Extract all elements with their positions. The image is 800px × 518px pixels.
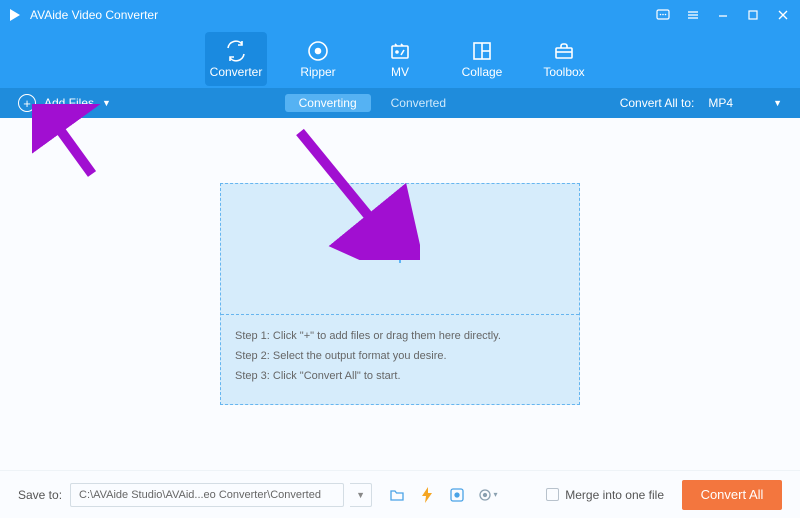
output-format-value: MP4 bbox=[708, 96, 733, 110]
add-files-label: Add Files bbox=[44, 96, 94, 110]
instruction-steps: Step 1: Click "+" to add files or drag t… bbox=[221, 314, 579, 398]
collage-icon bbox=[471, 39, 493, 63]
minimize-button[interactable] bbox=[716, 8, 730, 22]
merge-label: Merge into one file bbox=[565, 488, 664, 502]
hardware-accel-icon[interactable] bbox=[416, 484, 438, 506]
save-to-label: Save to: bbox=[18, 488, 62, 502]
save-path-dropdown[interactable]: ▼ bbox=[350, 483, 372, 507]
nav-collage[interactable]: Collage bbox=[451, 32, 513, 86]
nav-label: Collage bbox=[462, 65, 503, 79]
nav-label: MV bbox=[391, 65, 409, 79]
app-logo-icon bbox=[6, 6, 24, 24]
titlebar: AVAide Video Converter bbox=[0, 0, 800, 30]
toolbox-icon bbox=[553, 39, 575, 63]
maximize-button[interactable] bbox=[746, 8, 760, 22]
drop-zone[interactable]: Step 1: Click "+" to add files or drag t… bbox=[220, 183, 580, 405]
feedback-icon[interactable] bbox=[656, 8, 670, 22]
nav-mv[interactable]: MV bbox=[369, 32, 431, 86]
convert-all-to-label: Convert All to: bbox=[620, 96, 695, 110]
nav-ripper[interactable]: Ripper bbox=[287, 32, 349, 86]
output-format-dropdown[interactable]: MP4 ▼ bbox=[708, 96, 782, 110]
chevron-down-icon: ▼ bbox=[773, 98, 782, 108]
high-speed-icon[interactable] bbox=[446, 484, 468, 506]
step-1: Step 1: Click "+" to add files or drag t… bbox=[235, 327, 565, 347]
top-nav: Converter Ripper MV Collage Toolbox bbox=[0, 30, 800, 88]
nav-label: Toolbox bbox=[543, 65, 584, 79]
mv-icon bbox=[389, 39, 411, 63]
chevron-down-icon: ▼ bbox=[102, 98, 111, 108]
tab-converting[interactable]: Converting bbox=[285, 94, 371, 112]
plus-circle-icon: + bbox=[18, 94, 36, 112]
settings-icon[interactable]: ▾ bbox=[476, 484, 498, 506]
step-2: Step 2: Select the output format you des… bbox=[235, 347, 565, 367]
merge-checkbox[interactable] bbox=[546, 488, 559, 501]
nav-toolbox[interactable]: Toolbox bbox=[533, 32, 595, 86]
converter-icon bbox=[224, 39, 248, 63]
add-files-button[interactable]: + Add Files ▼ bbox=[18, 94, 111, 112]
menu-icon[interactable] bbox=[686, 8, 700, 22]
ripper-icon bbox=[307, 39, 329, 63]
add-files-drop-plus[interactable] bbox=[221, 184, 579, 314]
save-path-field[interactable]: C:\AVAide Studio\AVAid...eo Converter\Co… bbox=[70, 483, 344, 507]
sub-bar: + Add Files ▼ Converting Converted Conve… bbox=[0, 88, 800, 118]
open-folder-icon[interactable] bbox=[386, 484, 408, 506]
convert-all-button[interactable]: Convert All bbox=[682, 480, 782, 510]
convert-all-label: Convert All bbox=[701, 487, 764, 502]
main-area: Step 1: Click "+" to add files or drag t… bbox=[0, 118, 800, 470]
nav-label: Ripper bbox=[300, 65, 335, 79]
app-title: AVAide Video Converter bbox=[30, 8, 158, 22]
save-path-value: C:\AVAide Studio\AVAid...eo Converter\Co… bbox=[79, 489, 321, 501]
app-window: AVAide Video Converter Converter bbox=[0, 0, 800, 518]
close-button[interactable] bbox=[776, 8, 790, 22]
step-3: Step 3: Click "Convert All" to start. bbox=[235, 367, 565, 387]
tab-converted[interactable]: Converted bbox=[391, 96, 446, 110]
nav-label: Converter bbox=[210, 65, 263, 79]
footer-bar: Save to: C:\AVAide Studio\AVAid...eo Con… bbox=[0, 470, 800, 518]
plus-icon bbox=[382, 231, 418, 267]
nav-converter[interactable]: Converter bbox=[205, 32, 267, 86]
